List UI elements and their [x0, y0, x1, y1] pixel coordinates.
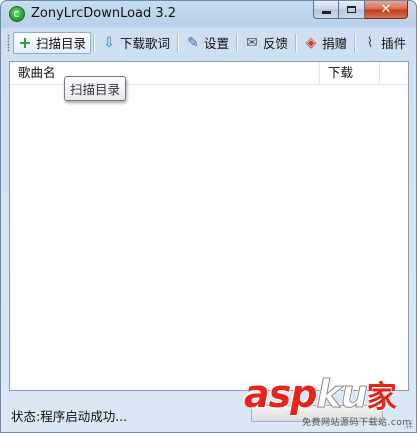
- toolbar: + 扫描目录 ⇩ 下载歌词 ✎ 设置 ✉ 反馈 ◈ 捐赠 ⌇ 插件: [5, 30, 414, 55]
- watermark-subtitle: 免费网站源码下载站.com: [302, 415, 412, 428]
- plugins-label: 插件: [381, 36, 407, 51]
- donate-button[interactable]: ◈ 捐赠: [299, 32, 352, 54]
- window-title: ZonyLrcDownLoad 3.2: [31, 6, 177, 21]
- watermark-brand-jia: 家: [366, 380, 397, 415]
- caption-buttons: ✕: [313, 1, 408, 20]
- close-icon: ✕: [380, 2, 392, 17]
- settings-doc-icon: ✎: [187, 34, 199, 51]
- minimize-button[interactable]: [313, 1, 339, 19]
- app-window: ZonyLrcDownLoad 3.2 ✕ + 扫描目录 ⇩ 下载歌词 ✎ 设置…: [0, 0, 417, 433]
- donate-label: 捐赠: [322, 36, 348, 51]
- column-header-song-name[interactable]: 歌曲名: [10, 62, 320, 84]
- toolbar-separator: [354, 33, 357, 52]
- scan-directory-tooltip: 扫描目录: [64, 76, 127, 101]
- watermark-logo: aspku家: [244, 372, 397, 418]
- title-bar[interactable]: ZonyLrcDownLoad 3.2 ✕: [1, 1, 416, 28]
- watermark-brand-asp: asp: [244, 372, 317, 416]
- settings-label: 设置: [204, 36, 230, 51]
- download-icon: ⇩: [103, 34, 115, 51]
- maximize-button[interactable]: [339, 1, 365, 19]
- watermark-subtitle-text: 免费网站源码下载站: [302, 418, 388, 428]
- watermark-brand-ku: ku: [316, 372, 368, 416]
- toolbar-separator: [295, 33, 298, 52]
- scan-directory-label: 扫描目录: [36, 36, 87, 51]
- close-button[interactable]: ✕: [365, 1, 408, 19]
- settings-button[interactable]: ✎ 设置: [181, 32, 234, 54]
- plugins-button[interactable]: ⌇ 插件: [358, 32, 411, 54]
- download-lyrics-button[interactable]: ⇩ 下载歌词: [97, 32, 175, 54]
- plus-icon: +: [18, 32, 32, 52]
- maximize-icon: [347, 6, 356, 13]
- toolbar-separator: [236, 33, 239, 52]
- tag-icon: ◈: [305, 34, 317, 51]
- app-logo-icon: [9, 6, 25, 22]
- toolbar-grip[interactable]: [7, 33, 10, 52]
- column-header-download[interactable]: 下载: [320, 62, 380, 84]
- download-lyrics-label: 下载歌词: [120, 36, 171, 51]
- scan-directory-button[interactable]: + 扫描目录: [13, 31, 92, 54]
- feedback-label: 反馈: [263, 36, 289, 51]
- mail-icon: ✉: [246, 34, 258, 51]
- minimize-icon: [321, 11, 331, 14]
- feedback-button[interactable]: ✉ 反馈: [240, 32, 293, 54]
- paperclip-icon: ⌇: [366, 34, 374, 51]
- site-watermark: aspku家 免费网站源码下载站.com: [244, 374, 416, 432]
- column-header-filler: [380, 62, 408, 84]
- song-list-view[interactable]: 歌曲名 下载: [9, 61, 409, 391]
- watermark-url: .com: [387, 418, 412, 428]
- toolbar-separator: [93, 33, 96, 52]
- toolbar-separator: [177, 33, 180, 52]
- status-text: 状态:程序启动成功...: [11, 408, 128, 424]
